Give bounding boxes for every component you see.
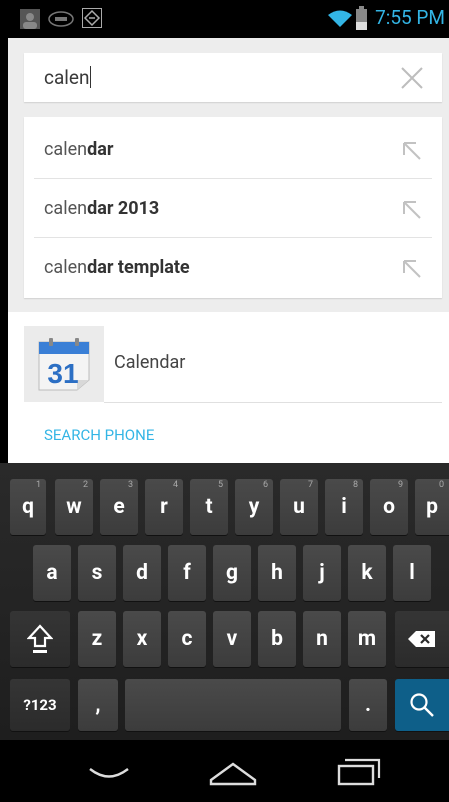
status-bar: 7:55 PM bbox=[0, 0, 449, 38]
space-key[interactable] bbox=[125, 679, 341, 731]
key-r[interactable]: r4 bbox=[145, 479, 183, 535]
key-w[interactable]: w2 bbox=[55, 479, 93, 535]
key-i[interactable]: i8 bbox=[325, 479, 363, 535]
shift-icon bbox=[27, 624, 53, 653]
intel-icon bbox=[48, 11, 74, 27]
key-p[interactable]: p0 bbox=[415, 479, 449, 535]
search-query-wrap[interactable]: calen bbox=[44, 66, 92, 89]
query-refine-arrow-icon[interactable] bbox=[402, 259, 422, 279]
key-x[interactable]: x bbox=[123, 611, 161, 667]
key-v[interactable]: v bbox=[213, 611, 251, 667]
wifi-icon bbox=[328, 10, 352, 27]
app-result-label[interactable]: Calendar bbox=[114, 352, 185, 373]
key-e[interactable]: e3 bbox=[100, 479, 138, 535]
home-icon[interactable] bbox=[209, 760, 257, 786]
shift-key[interactable] bbox=[10, 611, 70, 667]
search-icon bbox=[410, 693, 434, 717]
calendar-app-icon: 31 bbox=[38, 338, 90, 391]
calendar-app-icon-day: 31 bbox=[47, 358, 78, 389]
key-n[interactable]: n bbox=[303, 611, 341, 667]
key-b[interactable]: b bbox=[258, 611, 296, 667]
divider bbox=[104, 402, 442, 403]
search-phone-link[interactable]: SEARCH PHONE bbox=[44, 426, 154, 444]
avatar-icon bbox=[20, 9, 40, 29]
soft-keyboard: q1 w2 e3 r4 t5 y6 u7 i8 o9 p0 a s d f g … bbox=[0, 463, 449, 740]
key-u[interactable]: u7 bbox=[280, 479, 318, 535]
symbols-key[interactable]: ?123 bbox=[10, 679, 70, 731]
close-icon[interactable] bbox=[400, 66, 424, 90]
backspace-icon bbox=[408, 631, 435, 647]
suggestion-text: calendar template bbox=[44, 257, 190, 278]
recent-apps-icon[interactable] bbox=[337, 758, 381, 786]
suggestion-item[interactable]: calendar template bbox=[24, 237, 442, 297]
key-f[interactable]: f bbox=[168, 545, 206, 601]
suggestions-list: calendar calendar 2013 calendar template bbox=[24, 117, 442, 298]
key-q[interactable]: q1 bbox=[10, 479, 46, 535]
query-refine-arrow-icon[interactable] bbox=[402, 200, 422, 220]
query-refine-arrow-icon[interactable] bbox=[402, 141, 422, 161]
backspace-key[interactable] bbox=[395, 611, 449, 667]
key-m[interactable]: m bbox=[348, 611, 386, 667]
battery-icon bbox=[356, 6, 367, 30]
key-a[interactable]: a bbox=[33, 545, 71, 601]
key-comma[interactable]: , bbox=[78, 679, 118, 731]
search-input[interactable]: calen bbox=[24, 53, 442, 102]
key-l[interactable]: l bbox=[393, 545, 431, 601]
key-d[interactable]: d bbox=[123, 545, 161, 601]
suggestion-item[interactable]: calendar bbox=[24, 119, 442, 179]
key-j[interactable]: j bbox=[303, 545, 341, 601]
text-cursor bbox=[90, 66, 92, 88]
app-result-calendar[interactable]: 31 bbox=[24, 326, 104, 402]
key-k[interactable]: k bbox=[348, 545, 386, 601]
key-t[interactable]: t5 bbox=[190, 479, 228, 535]
key-h[interactable]: h bbox=[258, 545, 296, 601]
search-key[interactable] bbox=[395, 679, 449, 731]
key-g[interactable]: g bbox=[213, 545, 251, 601]
suggestion-text: calendar bbox=[44, 139, 114, 160]
status-time: 7:55 PM bbox=[375, 6, 445, 29]
back-icon[interactable] bbox=[88, 766, 130, 782]
key-period[interactable]: . bbox=[349, 679, 387, 731]
navigation-bar bbox=[0, 740, 449, 802]
search-query: calen bbox=[44, 66, 90, 89]
suggestion-text: calendar 2013 bbox=[44, 198, 160, 219]
suggestion-item[interactable]: calendar 2013 bbox=[24, 178, 442, 238]
key-s[interactable]: s bbox=[78, 545, 116, 601]
media-icon bbox=[82, 8, 102, 28]
key-c[interactable]: c bbox=[168, 611, 206, 667]
key-y[interactable]: y6 bbox=[235, 479, 273, 535]
key-o[interactable]: o9 bbox=[370, 479, 408, 535]
key-z[interactable]: z bbox=[78, 611, 116, 667]
